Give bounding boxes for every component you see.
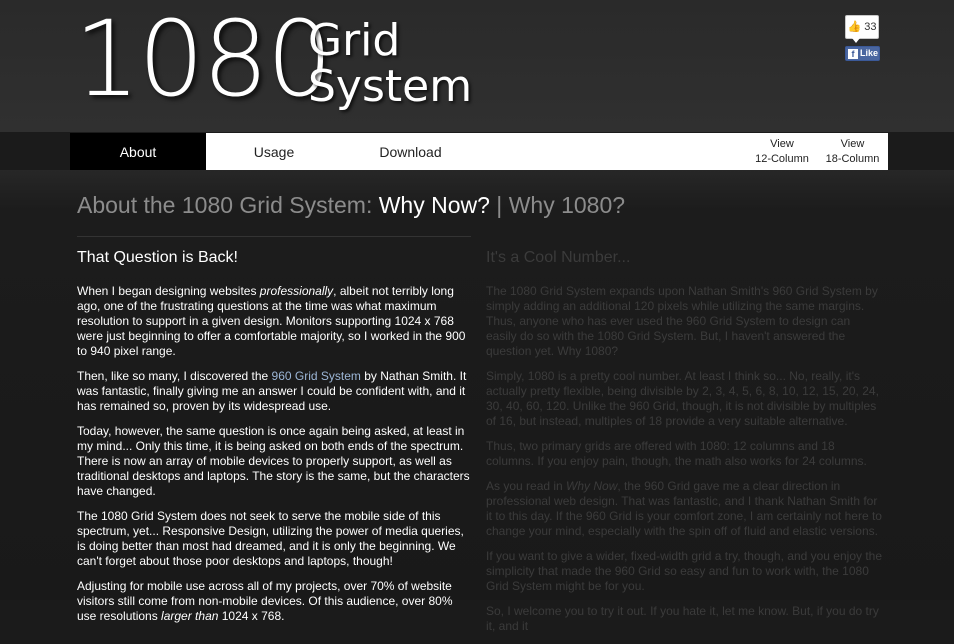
960-grid-link[interactable]: 960 Grid System — [272, 369, 361, 383]
main-nav: About Usage Download View 12-Column View… — [70, 133, 888, 170]
nav-view-12-column[interactable]: View 12-Column — [747, 133, 817, 170]
paragraph: Simply, 1080 is a pretty cool number. At… — [486, 369, 879, 428]
nav-view-18-line2: 18-Column — [825, 152, 880, 165]
nav-view-12-line1: View — [770, 137, 794, 150]
nav-download[interactable]: Download — [342, 133, 479, 170]
why-1080-column: It's a Cool Number... The 1080 Grid Syst… — [486, 248, 882, 644]
title-separator: | — [489, 192, 509, 218]
section-title: That Question is Back! — [77, 249, 238, 266]
paragraph: If you want to give a wider, fixed-width… — [486, 549, 883, 593]
paragraph: Then, like so many, I discovered the 960… — [77, 369, 467, 413]
logo-word-system: System — [308, 61, 473, 112]
site-header: 1080 Grid System 👍 33 f Like — [0, 0, 954, 132]
nav-about[interactable]: About — [70, 133, 206, 170]
nav-view-12-line2: 12-Column — [755, 152, 809, 165]
nav-view-18-column[interactable]: View 18-Column — [817, 133, 888, 170]
nav-usage[interactable]: Usage — [206, 133, 342, 170]
logo-word[interactable]: Grid System — [308, 18, 472, 110]
paragraph: The 1080 Grid System expands upon Nathan… — [486, 284, 878, 358]
page-title-prefix: About the 1080 Grid System: — [77, 192, 379, 218]
paragraph: The 1080 Grid System does not seek to se… — [77, 509, 464, 568]
paragraph: Adjusting for mobile use across all of m… — [77, 579, 453, 623]
why-now-link[interactable]: Why Now? — [379, 192, 490, 218]
logo-word-grid: Grid — [308, 15, 401, 66]
title-divider — [77, 236, 471, 237]
section-title: It's a Cool Number... — [486, 249, 631, 266]
page-title: About the 1080 Grid System: Why Now? | W… — [77, 192, 625, 219]
paragraph: Thus, two primary grids are offered with… — [486, 439, 867, 468]
why-now-column: That Question is Back! When I began desi… — [77, 248, 473, 634]
paragraph: When I began designing websites professi… — [77, 284, 466, 358]
like-count-box: 👍 33 — [845, 15, 879, 43]
paragraph: As you read in Why Now, the 960 Grid gav… — [486, 479, 882, 538]
facebook-icon: f — [848, 48, 858, 59]
why-1080-link[interactable]: Why 1080? — [509, 192, 625, 218]
like-count: 33 — [864, 21, 877, 33]
logo-number[interactable]: 1080 — [74, 4, 333, 114]
like-label: Like — [860, 48, 879, 58]
paragraph: Today, however, the same question is onc… — [77, 424, 470, 498]
nav-view-18-line1: View — [840, 137, 865, 150]
facebook-like-button[interactable]: f Like — [845, 46, 880, 61]
paragraph: So, I welcome you to try it out. If you … — [486, 604, 879, 633]
thumbs-up-icon: 👍 — [847, 21, 862, 33]
